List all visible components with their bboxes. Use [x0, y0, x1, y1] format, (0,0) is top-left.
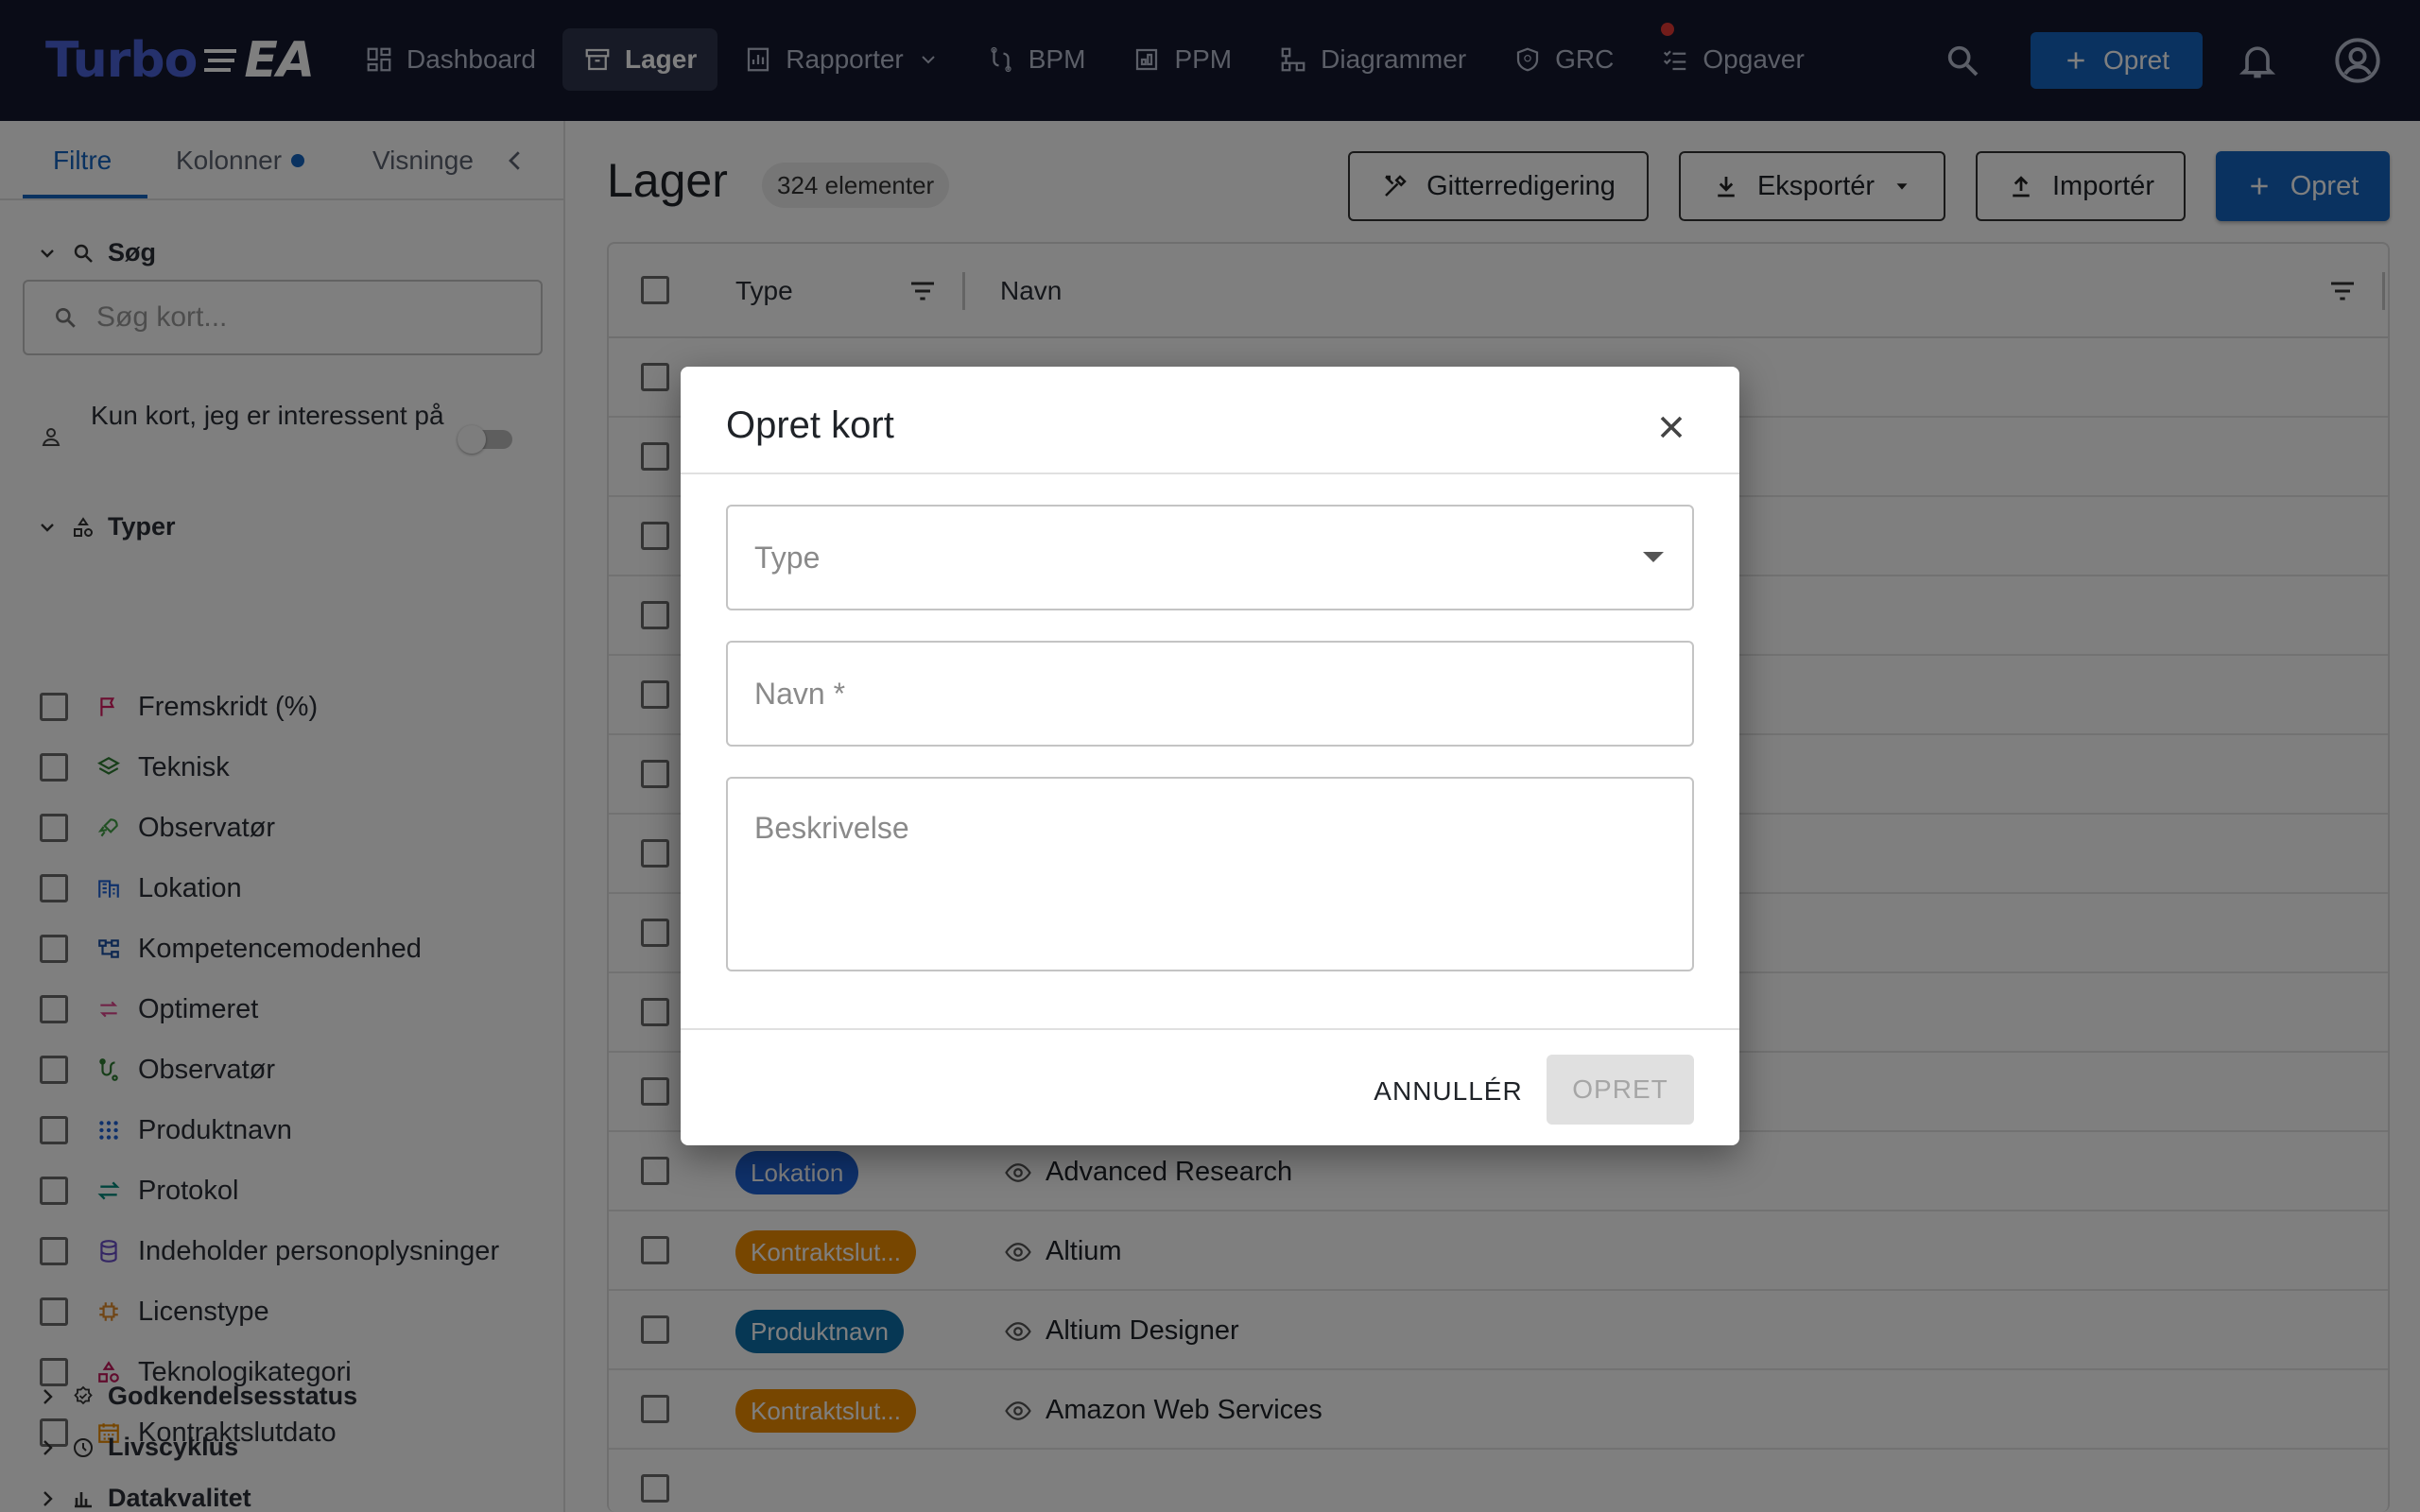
dialog-divider: [681, 1028, 1739, 1030]
caret-down-icon: [1643, 552, 1664, 562]
dialog-divider: [681, 472, 1739, 474]
dialog-title: Opret kort: [726, 404, 894, 446]
name-field-label: Navn *: [754, 676, 846, 711]
type-select-label: Type: [754, 540, 821, 575]
description-field-label: Beskrivelse: [754, 811, 909, 845]
name-field[interactable]: Navn *: [726, 641, 1694, 747]
type-select[interactable]: Type: [726, 505, 1694, 610]
description-field[interactable]: Beskrivelse: [726, 777, 1694, 971]
create-card-dialog: Opret kort Type Navn * Beskrivelse ANNUL…: [681, 367, 1739, 1145]
close-icon[interactable]: [1652, 408, 1690, 446]
cancel-button[interactable]: ANNULLÉR: [1361, 1057, 1535, 1126]
submit-button[interactable]: OPRET: [1547, 1055, 1694, 1125]
